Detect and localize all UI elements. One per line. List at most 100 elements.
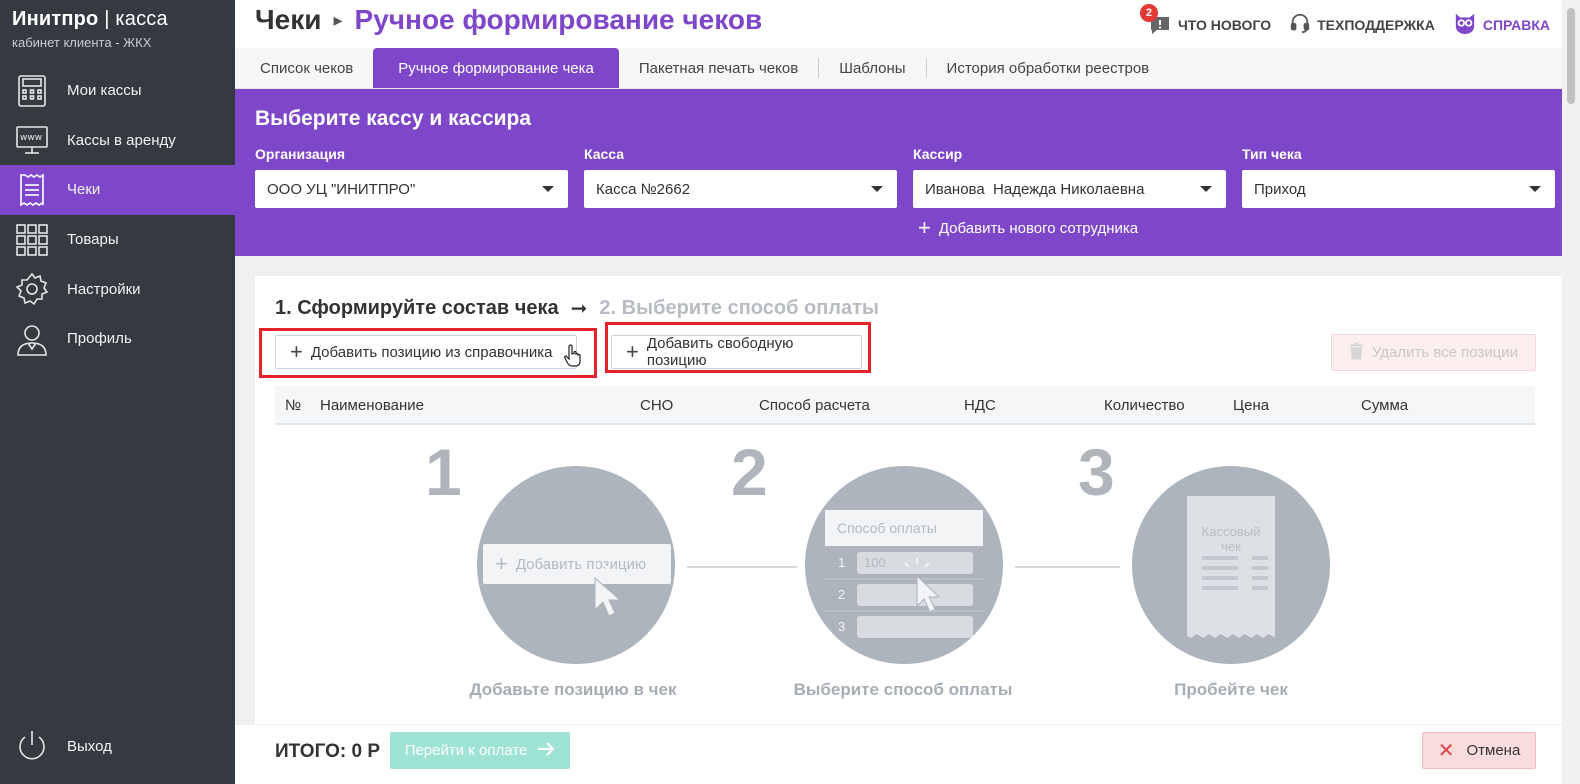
guide-caption: Выберите способ оплаты [793,680,1013,699]
column-header: СНО [640,397,674,414]
guide-caption: Добавьте позицию в чек [469,680,677,699]
whats-new-link[interactable]: 2 ЧТО НОВОГО [1139,3,1271,37]
tab-batch-print[interactable]: Пакетная печать чеков [619,48,818,88]
receipt-composition-card: 1. Сформируйте состав чека ➞ 2. Выберите… [255,276,1562,784]
help-link[interactable]: СПРАВКА [1453,12,1550,37]
top-header: Чеки ▸ Ручное формирование чеков 2 ЧТО Н… [235,0,1580,48]
cashier-field: Кассир Иванова Надежда Николаевна [913,146,1226,208]
guide-row-number: 2 [838,587,846,602]
field-label: Кассир [913,146,963,162]
column-header: Количество [1104,397,1185,414]
tab-manual-receipt[interactable]: Ручное формирование чека [373,48,619,88]
column-header: № [285,397,302,414]
www-monitor-icon: www [14,122,50,158]
positions-table-header: № Наименование СНО Способ расчета НДС Ко… [275,386,1535,425]
chevron-down-icon [542,186,554,192]
organization-select[interactable]: ООО УЦ "ИНИТПРО" [255,170,568,208]
guide-row-number: 3 [838,619,846,634]
sidebar-item-goods[interactable]: Товары [0,215,235,265]
column-header: Наименование [320,397,424,414]
receipt-icon [14,172,50,208]
sidebar-item-rent-registers[interactable]: www Кассы в аренду [0,116,235,166]
register-select[interactable]: Касса №2662 [584,170,897,208]
brand: Инитпро | касса кабинет клиента - ЖКХ [12,8,168,50]
delete-all-button[interactable]: Удалить все позиции [1331,334,1536,371]
tabs-bar: Список чеков Ручное формирование чека Па… [235,48,1580,89]
breadcrumb-root[interactable]: Чеки [255,4,321,36]
guide-step-number: 2 [731,435,768,509]
guide-row-number: 1 [838,555,846,570]
vertical-scrollbar[interactable] [1562,0,1580,784]
cancel-button[interactable]: ✕ Отмена [1422,732,1536,769]
page-title: Ручное формирование чеков [354,4,763,35]
headset-icon [1289,12,1311,37]
receipt-type-select[interactable]: Приход [1242,170,1555,208]
guide-demo-payment-header: Способ оплаты [825,510,983,546]
field-label: Касса [584,146,625,162]
receipt-title: Кассовый чек [1201,524,1261,554]
guide-step-number: 3 [1078,435,1115,509]
column-header: Сумма [1361,397,1409,414]
chevron-down-icon [1529,186,1541,192]
go-to-payment-button[interactable]: Перейти к оплате [390,732,570,769]
header-links: 2 ЧТО НОВОГО ТЕХПОДДЕРЖКА СПРАВКА [1139,3,1550,37]
guide-connector [687,566,797,568]
tab-registry-history[interactable]: История обработки реестров [927,48,1170,88]
message-icon: 2 [1139,3,1172,37]
sidebar-item-my-registers[interactable]: Мои кассы [0,66,235,116]
scrollbar-thumb[interactable] [1567,8,1575,104]
click-cursor-icon [577,560,622,617]
cash-register-icon [14,73,50,109]
breadcrumb-separator-icon: ▸ [333,9,343,30]
plus-icon: + [290,339,303,364]
gear-icon [14,271,50,307]
add-employee-link[interactable]: + Добавить нового сотрудника [918,217,1138,239]
column-header: НДС [964,397,996,414]
guide-step-number: 1 [425,435,462,509]
register-field: Касса Касса №2662 [584,146,897,208]
guide-demo-value: 100 [864,555,886,570]
arrow-right-icon: ➞ [570,298,588,320]
chevron-down-icon [871,186,883,192]
trash-icon [1349,342,1364,364]
sidebar: Инитпро | касса кабинет клиента - ЖКХ Мо… [0,0,235,784]
hand-cursor-icon [564,344,581,367]
breadcrumb: Чеки ▸ Ручное формирование чеков [255,4,762,36]
arrow-right-icon [537,741,555,760]
notification-badge: 2 [1139,3,1158,22]
logout-button[interactable]: Выход [14,728,112,764]
add-from-catalog-button[interactable]: + Добавить позицию из справочника [275,335,577,369]
guide-connector [1015,566,1120,568]
support-link[interactable]: ТЕХПОДДЕРЖКА [1289,12,1435,37]
cashier-select[interactable]: Иванова Надежда Николаевна [913,170,1226,208]
receipt-type-field: Тип чека Приход [1242,146,1555,208]
tab-templates[interactable]: Шаблоны [819,48,925,88]
guide-caption: Пробейте чек [1174,680,1288,699]
steps-header: 1. Сформируйте состав чека ➞ 2. Выберите… [275,296,879,321]
payment-rows-graphic [825,552,985,638]
step-1-title: 1. Сформируйте состав чека [275,297,559,319]
guide-illustration-receipt [1132,466,1330,664]
sidebar-item-profile[interactable]: Профиль [0,314,235,364]
sidebar-item-receipts[interactable]: Чеки [0,165,235,215]
total-amount: ИТОГО: 0 Р [275,741,380,762]
brand-subtitle: кабинет клиента - ЖКХ [12,35,152,50]
tab-receipt-list[interactable]: Список чеков [240,48,373,88]
user-icon [14,321,50,357]
close-icon: ✕ [1437,740,1455,762]
plus-icon: + [918,215,931,240]
power-icon [14,728,50,764]
svg-text:www: www [20,133,42,143]
field-label: Тип чека [1242,146,1302,162]
field-label: Организация [255,146,346,162]
sidebar-item-settings[interactable]: Настройки [0,264,235,314]
add-free-position-button[interactable]: + Добавить свободную позицию [611,335,862,369]
step-2-title: 2. Выберите способ оплаты [599,297,879,319]
organization-field: Организация ООО УЦ "ИНИТПРО" [255,146,568,208]
column-header: Способ расчета [759,397,870,414]
register-selection-panel: Выберите кассу и кассира Организация ООО… [235,89,1580,256]
plus-icon: + [626,339,639,364]
guide-illustration-payment [805,466,1003,664]
column-header: Цена [1233,397,1270,414]
panel-title: Выберите кассу и кассира [255,107,532,130]
